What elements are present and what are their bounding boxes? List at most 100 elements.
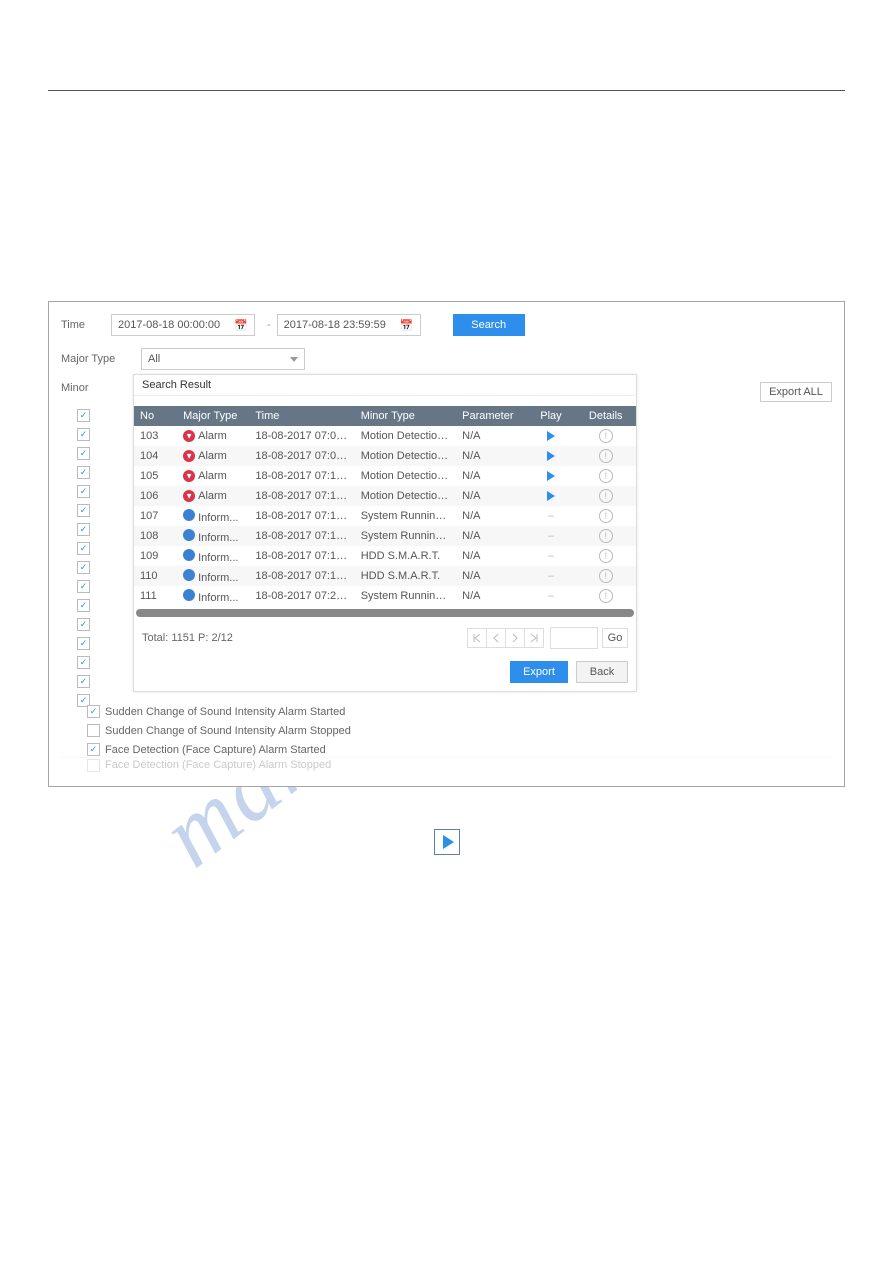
col-play: Play (526, 410, 575, 422)
table-row[interactable]: 107Inform...18-08-2017 07:17:19System Ru… (134, 506, 636, 526)
search-button[interactable]: Search (453, 314, 525, 336)
page-next-button[interactable] (505, 628, 525, 648)
checkbox-icon[interactable] (87, 743, 100, 756)
checkbox-icon[interactable] (77, 504, 90, 517)
minor-option[interactable]: Sudden Change of Sound Intensity Alarm S… (61, 702, 832, 721)
minor-option-label: Face Detection (Face Capture) Alarm Stop… (105, 759, 331, 771)
cell-minor-type: Motion Detection ... (355, 450, 456, 462)
checkbox-icon[interactable] (87, 759, 100, 772)
minor-option-label: Face Detection (Face Capture) Alarm Star… (105, 744, 326, 756)
minor-option-label: Sudden Change of Sound Intensity Alarm S… (105, 725, 351, 737)
details-icon: ! (599, 569, 613, 583)
play-icon (547, 431, 555, 441)
page-first-button[interactable] (467, 628, 487, 648)
cell-play[interactable] (526, 471, 575, 481)
cell-parameter: N/A (456, 490, 526, 502)
play-icon (547, 451, 555, 461)
checkbox-icon[interactable] (77, 580, 90, 593)
cell-parameter: N/A (456, 470, 526, 482)
cell-parameter: N/A (456, 530, 526, 542)
table-row[interactable]: 106Alarm18-08-2017 07:16:37Motion Detect… (134, 486, 636, 506)
checkbox-icon[interactable] (87, 724, 100, 737)
checkbox-icon[interactable] (87, 705, 100, 718)
table-row[interactable]: 111Inform...18-08-2017 07:27:20System Ru… (134, 586, 636, 606)
calendar-icon[interactable]: 📅 (400, 318, 414, 332)
checkbox-icon[interactable] (77, 637, 90, 650)
cell-details[interactable]: ! (575, 489, 636, 503)
cell-no: 109 (134, 550, 177, 562)
export-button[interactable]: Export (510, 661, 568, 683)
cell-no: 104 (134, 450, 177, 462)
cell-details[interactable]: ! (575, 469, 636, 483)
alarm-icon (183, 470, 195, 482)
cell-play[interactable] (526, 431, 575, 441)
table-row[interactable]: 109Inform...18-08-2017 07:18:00HDD S.M.A… (134, 546, 636, 566)
search-result-title: Search Result (134, 375, 636, 396)
cell-details[interactable]: ! (575, 549, 636, 563)
page-first-icon (472, 633, 482, 643)
page-prev-button[interactable] (486, 628, 506, 648)
checkbox-icon[interactable] (77, 523, 90, 536)
export-all-button[interactable]: Export ALL (760, 382, 832, 402)
time-separator: - (267, 319, 271, 331)
go-button[interactable]: Go (602, 628, 628, 648)
table-row[interactable]: 103Alarm18-08-2017 07:07:31Motion Detect… (134, 426, 636, 446)
alarm-icon (183, 490, 195, 502)
page-input[interactable] (550, 627, 598, 649)
cell-details[interactable]: ! (575, 569, 636, 583)
checkbox-icon[interactable] (77, 542, 90, 555)
start-time-input[interactable]: 2017-08-18 00:00:00 📅 (111, 314, 255, 336)
back-button[interactable]: Back (576, 661, 628, 683)
checkbox-icon[interactable] (77, 409, 90, 422)
checkbox-icon[interactable] (77, 428, 90, 441)
checkbox-icon[interactable] (77, 656, 90, 669)
cell-minor-type: System Running ... (355, 590, 456, 602)
cell-details[interactable]: ! (575, 509, 636, 523)
cell-minor-type: Motion Detection ... (355, 470, 456, 482)
info-icon (183, 549, 195, 561)
cell-details[interactable]: ! (575, 529, 636, 543)
info-icon (183, 589, 195, 601)
cell-details[interactable]: ! (575, 429, 636, 443)
cell-parameter: N/A (456, 570, 526, 582)
cell-play[interactable] (526, 451, 575, 461)
info-icon (183, 509, 195, 521)
cell-details[interactable]: ! (575, 589, 636, 603)
cell-no: 111 (134, 590, 177, 602)
calendar-icon[interactable]: 📅 (234, 318, 248, 332)
chevron-left-icon (492, 633, 500, 643)
table-row[interactable]: 108Inform...18-08-2017 07:17:19System Ru… (134, 526, 636, 546)
info-icon (183, 569, 195, 581)
minor-option[interactable]: Sudden Change of Sound Intensity Alarm S… (61, 721, 832, 740)
cell-major-type: Inform... (177, 569, 249, 584)
checkbox-icon[interactable] (77, 466, 90, 479)
table-row[interactable]: 105Alarm18-08-2017 07:16:27Motion Detect… (134, 466, 636, 486)
details-icon: ! (599, 489, 613, 503)
cell-play: – (526, 510, 575, 522)
checkbox-icon[interactable] (77, 561, 90, 574)
table-row[interactable]: 110Inform...18-08-2017 07:18:00HDD S.M.A… (134, 566, 636, 586)
checkbox-icon[interactable] (77, 618, 90, 631)
play-log-button[interactable] (434, 829, 460, 855)
cell-no: 110 (134, 570, 177, 582)
pager: Total: 1151 P: 2/12 Go (134, 617, 636, 653)
checkbox-icon[interactable] (77, 447, 90, 460)
cell-major-type: Alarm (177, 490, 249, 502)
page-last-button[interactable] (524, 628, 544, 648)
end-time-input[interactable]: 2017-08-18 23:59:59 📅 (277, 314, 421, 336)
cell-details[interactable]: ! (575, 449, 636, 463)
major-type-select[interactable]: All (141, 348, 305, 370)
checkbox-icon[interactable] (77, 485, 90, 498)
cell-play[interactable] (526, 491, 575, 501)
table-row[interactable]: 104Alarm18-08-2017 07:07:43Motion Detect… (134, 446, 636, 466)
checkbox-icon[interactable] (77, 675, 90, 688)
checkbox-icon[interactable] (77, 599, 90, 612)
horizontal-scrollbar[interactable] (136, 609, 634, 617)
cell-minor-type: System Running ... (355, 510, 456, 522)
minor-option[interactable]: Face Detection (Face Capture) Alarm Stop… (61, 757, 832, 772)
cell-no: 106 (134, 490, 177, 502)
col-details: Details (575, 410, 636, 422)
cell-time: 18-08-2017 07:07:43 (249, 450, 354, 462)
details-icon: ! (599, 549, 613, 563)
cell-time: 18-08-2017 07:27:20 (249, 590, 354, 602)
